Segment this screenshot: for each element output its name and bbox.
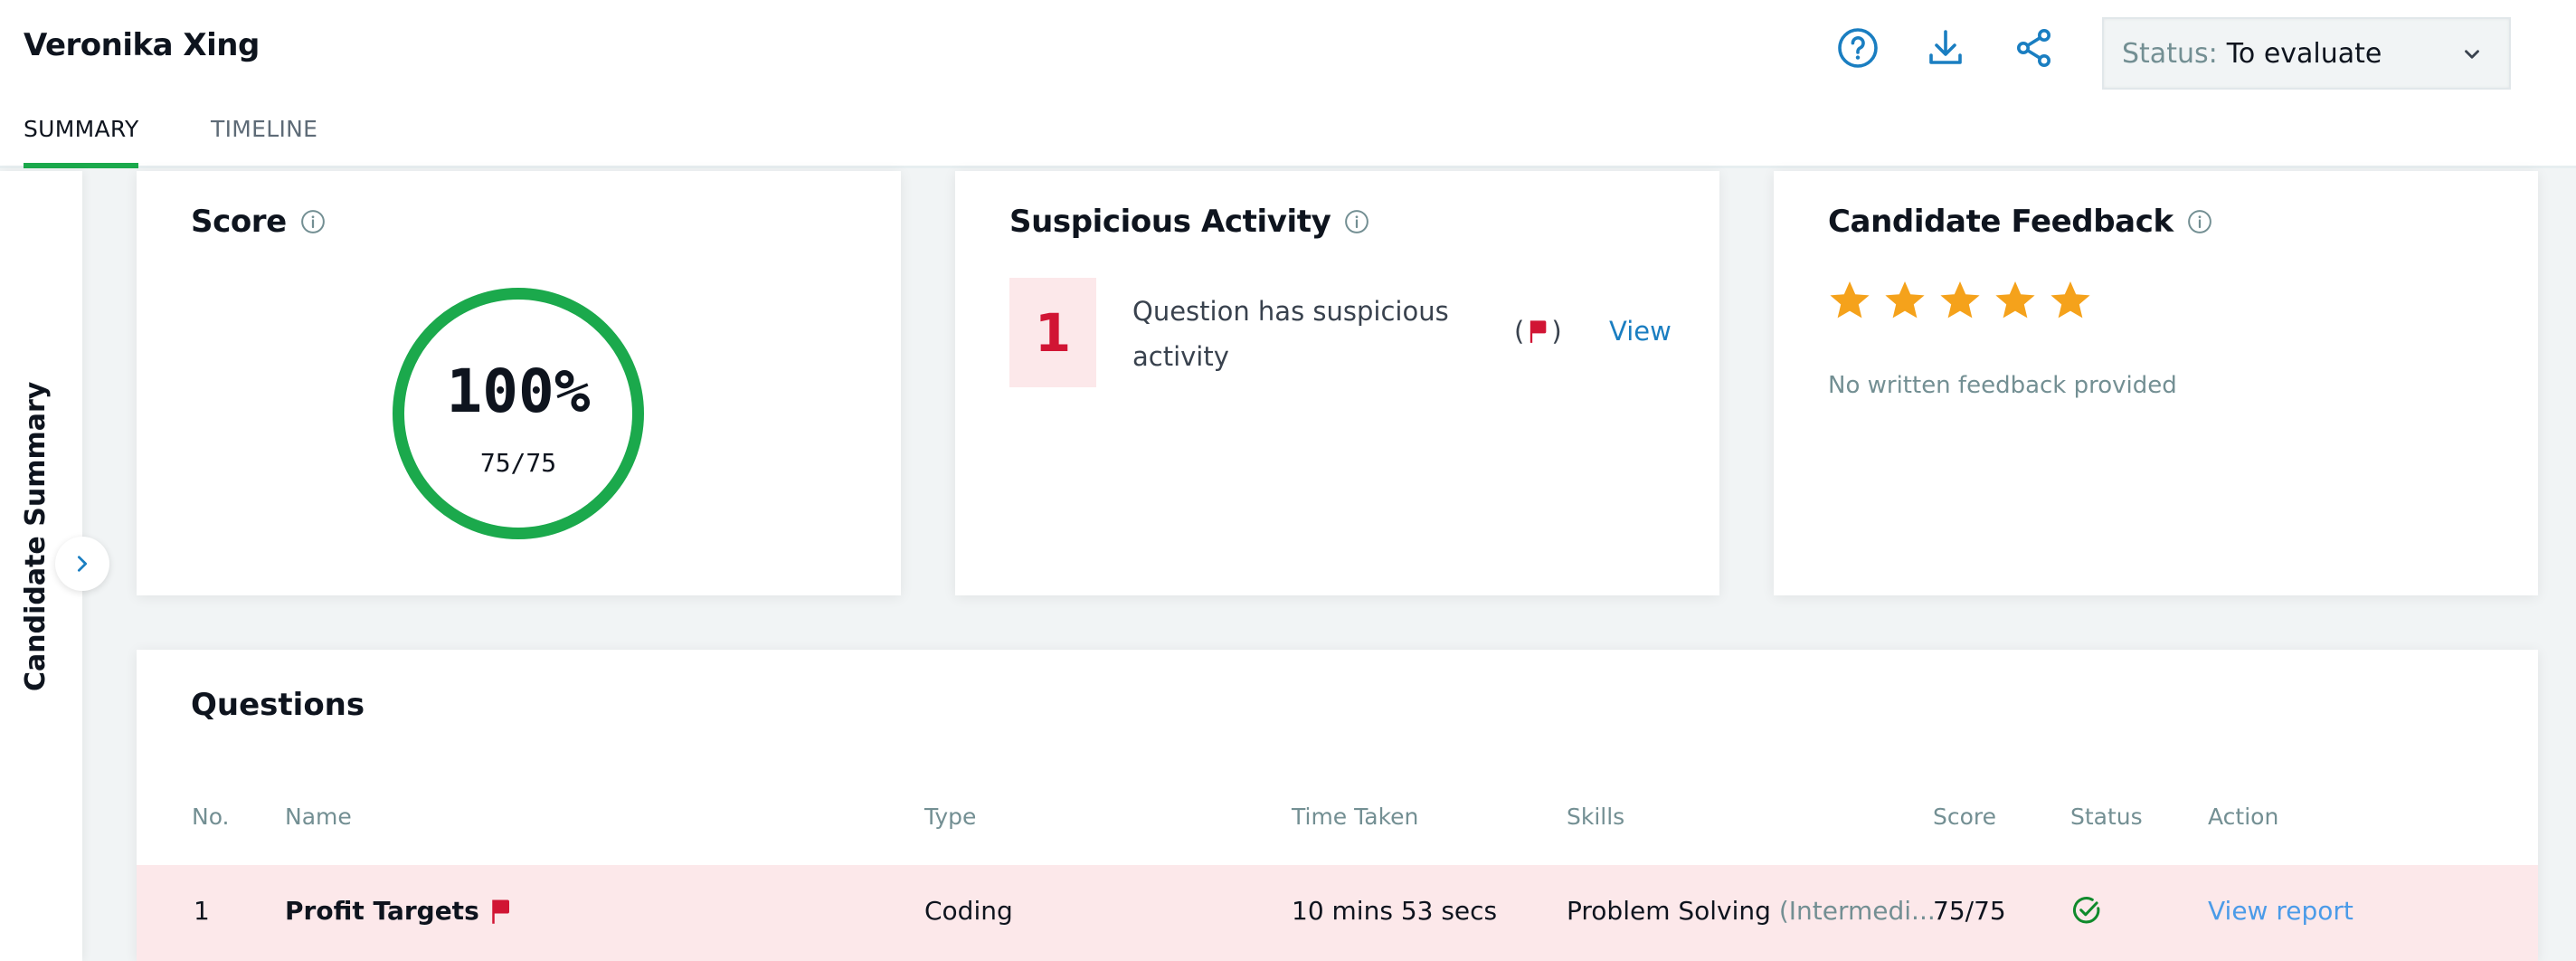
flag-icon bbox=[491, 899, 509, 924]
sidebar-expand-button[interactable] bbox=[55, 537, 109, 591]
suspicious-activity-card: Suspicious Activity 1 Question has suspi… bbox=[955, 171, 1719, 595]
suspicious-description: Question has suspicious activity bbox=[1132, 296, 1449, 372]
feedback-title: Candidate Feedback bbox=[1828, 204, 2174, 240]
view-suspicious-link[interactable]: View bbox=[1609, 316, 1672, 347]
feedback-card-header: Candidate Feedback bbox=[1828, 204, 2213, 240]
candidate-name: Veronika Xing bbox=[24, 27, 260, 63]
column-header-no: No. bbox=[192, 804, 230, 830]
star-icon bbox=[1940, 281, 1980, 319]
table-row[interactable]: 1 Profit Targets Coding 10 mins 53 secs … bbox=[137, 865, 2538, 961]
column-header-skills: Skills bbox=[1567, 804, 1625, 830]
score-card-header: Score bbox=[191, 204, 327, 240]
tab-timeline[interactable]: TIMELINE bbox=[211, 116, 317, 142]
share-button[interactable] bbox=[2012, 25, 2057, 71]
help-icon bbox=[1838, 28, 1878, 68]
score-title: Score bbox=[191, 204, 287, 240]
help-button[interactable] bbox=[1835, 25, 1880, 71]
star-icon bbox=[1995, 281, 2035, 319]
view-report-link[interactable]: View report bbox=[2208, 896, 2353, 926]
question-number: 1 bbox=[194, 896, 210, 926]
sidebar-title: Candidate Summary bbox=[20, 381, 52, 691]
score-percent: 100% bbox=[446, 357, 591, 426]
star-icon bbox=[1885, 281, 1925, 319]
star-rating bbox=[1828, 280, 2092, 321]
open-paren: ( bbox=[1514, 316, 1525, 347]
status-value: To evaluate bbox=[2226, 37, 2382, 70]
info-icon[interactable] bbox=[1343, 208, 1370, 235]
download-icon bbox=[1929, 30, 1962, 64]
question-name: Profit Targets bbox=[285, 896, 479, 926]
column-header-name: Name bbox=[285, 804, 352, 830]
status-dropdown[interactable]: Status: To evaluate bbox=[2102, 17, 2511, 90]
skill-level: (Intermedi... bbox=[1778, 896, 1936, 926]
column-header-time-taken: Time Taken bbox=[1292, 804, 1419, 830]
suspicious-card-header: Suspicious Activity bbox=[1009, 204, 1370, 240]
chevron-down-icon bbox=[2465, 50, 2479, 59]
suspicious-count-badge: 1 bbox=[1009, 278, 1096, 387]
download-button[interactable] bbox=[1923, 25, 1968, 71]
feedback-text: No written feedback provided bbox=[1828, 372, 2177, 399]
active-tab-indicator bbox=[24, 163, 138, 168]
info-icon[interactable] bbox=[299, 208, 327, 235]
candidate-feedback-card: Candidate Feedback No written feedback p… bbox=[1774, 171, 2538, 595]
flag-icon bbox=[1530, 320, 1547, 343]
column-header-status: Status bbox=[2070, 804, 2143, 830]
score-card: Score 100% 75/75 bbox=[137, 171, 901, 595]
star-icon bbox=[1830, 281, 1870, 319]
column-header-score: Score bbox=[1933, 804, 1997, 830]
question-type: Coding bbox=[924, 896, 1013, 926]
questions-card: Questions No. Name Type Time Taken Skill… bbox=[137, 650, 2538, 961]
page-header: Veronika Xing SUMMARY TIMELINE Status: T… bbox=[0, 0, 2576, 168]
question-skills: Problem Solving (Intermedi... bbox=[1567, 896, 1936, 926]
share-icon bbox=[2017, 29, 2050, 67]
info-icon[interactable] bbox=[2186, 208, 2213, 235]
question-score: 75/75 bbox=[1933, 896, 2006, 926]
chevron-right-icon bbox=[77, 556, 88, 572]
question-time-taken: 10 mins 53 secs bbox=[1292, 896, 1498, 926]
check-circle-icon bbox=[2073, 897, 2100, 924]
status-label: Status: bbox=[2122, 37, 2218, 70]
questions-title: Questions bbox=[191, 687, 365, 723]
score-fraction: 75/75 bbox=[479, 448, 557, 478]
suspicious-title: Suspicious Activity bbox=[1009, 204, 1331, 240]
suspicious-flag-indicator: ( ) bbox=[1514, 316, 1562, 347]
close-paren: ) bbox=[1551, 316, 1562, 347]
tab-summary[interactable]: SUMMARY bbox=[24, 116, 139, 142]
star-icon bbox=[2050, 281, 2090, 319]
column-header-action: Action bbox=[2208, 804, 2279, 830]
skill-name: Problem Solving bbox=[1567, 896, 1771, 926]
question-name-cell[interactable]: Profit Targets bbox=[285, 896, 512, 926]
column-header-type: Type bbox=[924, 804, 977, 830]
